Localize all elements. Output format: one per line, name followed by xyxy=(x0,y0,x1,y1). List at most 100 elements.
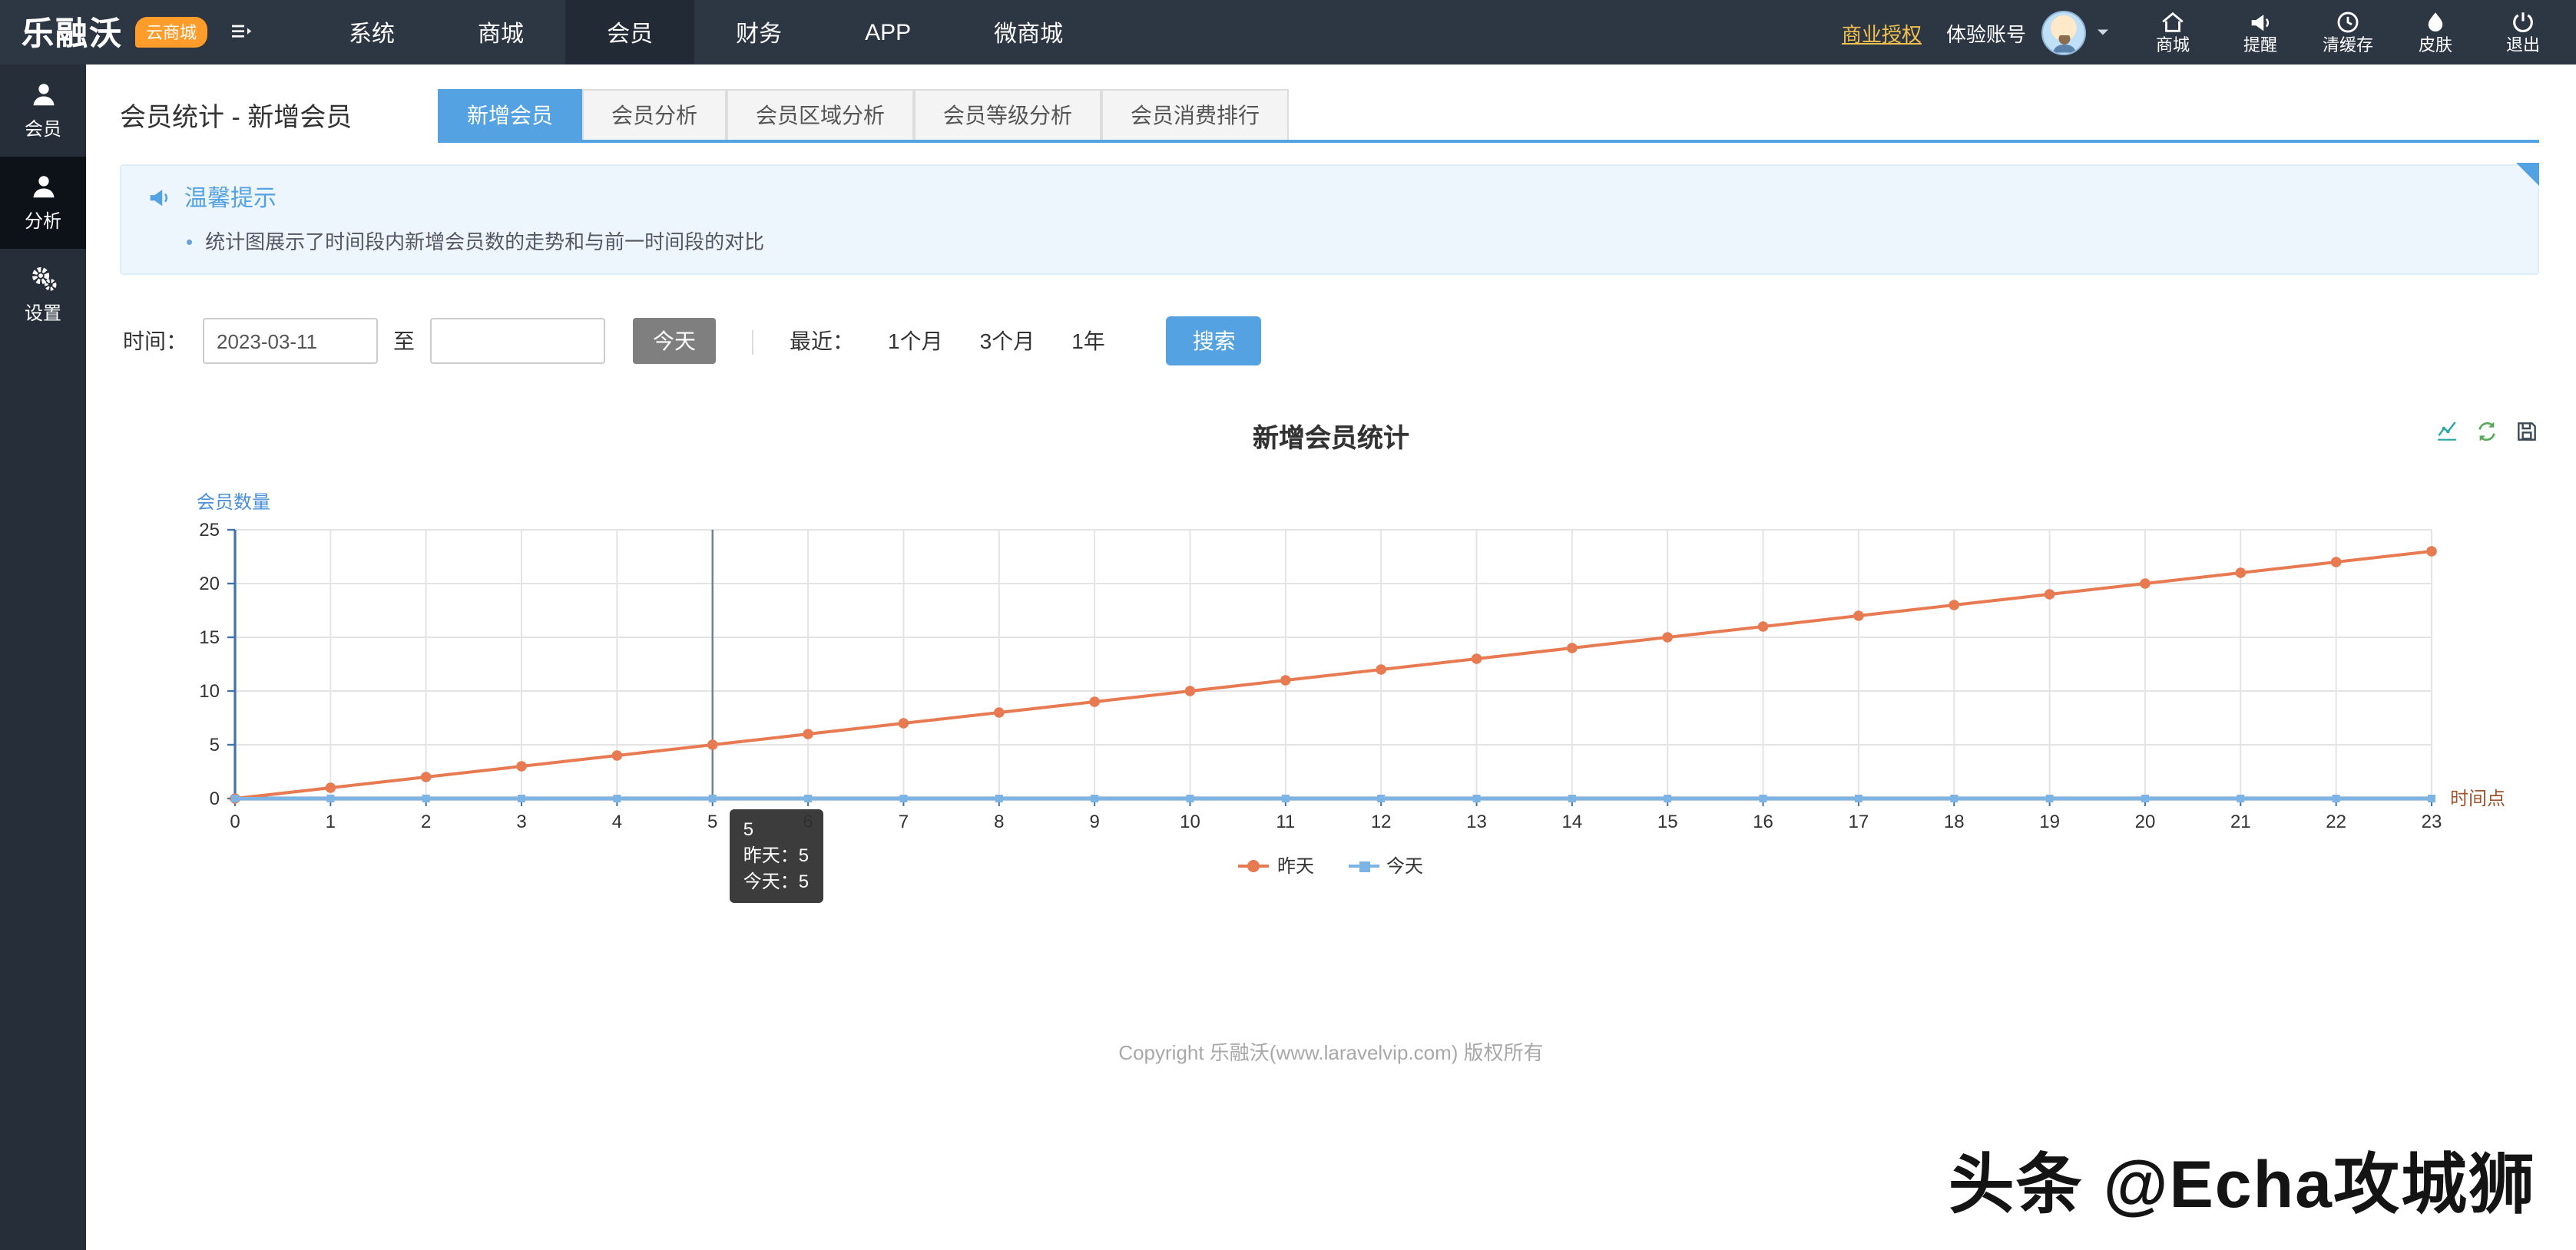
svg-text:5: 5 xyxy=(210,735,220,756)
nav-item-微商城[interactable]: 微商城 xyxy=(952,0,1104,64)
to-label: 至 xyxy=(393,326,415,356)
recent-options: 1个月3个月1年 xyxy=(869,326,1124,356)
svg-text:4: 4 xyxy=(612,812,622,832)
topbar-right: 商业授权 体验账号 商城 提醒 清缓存 皮肤 退出 xyxy=(1842,0,2576,64)
quick-action-提醒[interactable]: 提醒 xyxy=(2217,9,2304,55)
license-link[interactable]: 商业授权 xyxy=(1842,18,1922,47)
nav-item-财务[interactable]: 财务 xyxy=(694,0,823,64)
quick-action-label: 清缓存 xyxy=(2323,38,2373,55)
svg-text:12: 12 xyxy=(1371,812,1392,832)
sidebar-item-分析[interactable]: 分析 xyxy=(0,157,86,249)
svg-text:1: 1 xyxy=(326,812,336,832)
end-date-input[interactable] xyxy=(430,318,605,364)
recent-option-1个月[interactable]: 1个月 xyxy=(869,326,962,356)
legend-label: 昨天 xyxy=(1277,852,1314,878)
sidebar: 会员分析设置 xyxy=(0,64,86,1250)
quick-action-退出[interactable]: 退出 xyxy=(2479,9,2567,55)
chart-canvas[interactable]: 0510152025012345678910111213141516171819… xyxy=(86,404,2576,849)
svg-text:18: 18 xyxy=(1944,812,1965,832)
svg-text:9: 9 xyxy=(1089,812,1099,832)
notice-list: 统计图展示了时间段内新增会员数的走势和与前一时间段的对比 xyxy=(186,226,2513,255)
svg-text:7: 7 xyxy=(899,812,909,832)
tab-新增会员[interactable]: 新增会员 xyxy=(438,89,582,140)
tab-会员区域分析[interactable]: 会员区域分析 xyxy=(727,89,914,140)
svg-text:10: 10 xyxy=(1180,812,1200,832)
sidebar-item-label: 分析 xyxy=(25,207,61,233)
copyright: Copyright 乐融沃(www.laravelvip.com) 版权所有 xyxy=(86,1037,2576,1066)
chart-tooltip: 5昨天：5今天：5 xyxy=(730,809,823,903)
svg-text:5: 5 xyxy=(707,812,717,832)
quick-action-label: 皮肤 xyxy=(2419,38,2452,55)
clock-icon xyxy=(2335,9,2361,35)
page-title: 会员统计 - 新增会员 xyxy=(120,95,438,134)
top-nav: 系统商城会员财务APP微商城 xyxy=(307,0,1104,64)
tab-会员等级分析[interactable]: 会员等级分析 xyxy=(914,89,1101,140)
power-icon xyxy=(2510,9,2536,35)
nav-item-APP[interactable]: APP xyxy=(823,0,952,64)
svg-text:0: 0 xyxy=(210,789,220,809)
svg-text:15: 15 xyxy=(1657,812,1678,832)
filter-bar: 时间： 至 今天 ｜ 最近： 1个月3个月1年 搜索 xyxy=(123,303,2539,379)
sidebar-item-设置[interactable]: 设置 xyxy=(0,249,86,341)
notice-title: 温馨提示 xyxy=(184,181,276,213)
time-label: 时间： xyxy=(123,326,187,356)
recent-option-3个月[interactable]: 3个月 xyxy=(962,326,1054,356)
megaphone-icon xyxy=(146,184,172,210)
search-button[interactable]: 搜索 xyxy=(1167,316,1262,365)
quick-action-商城[interactable]: 商城 xyxy=(2129,9,2217,55)
tooltip-line: 5 xyxy=(743,817,809,843)
nav-item-会员[interactable]: 会员 xyxy=(565,0,694,64)
notice-box: 温馨提示 统计图展示了时间段内新增会员数的走势和与前一时间段的对比 xyxy=(120,164,2539,275)
page-head: 会员统计 - 新增会员 新增会员会员分析会员区域分析会员等级分析会员消费排行 xyxy=(86,64,2576,143)
account-name[interactable]: 体验账号 xyxy=(1946,18,2026,47)
svg-text:3: 3 xyxy=(516,812,526,832)
svg-text:25: 25 xyxy=(199,520,220,541)
topbar: 乐融沃 云商城 系统商城会员财务APP微商城 商业授权 体验账号 商城提醒清缓存… xyxy=(0,0,2576,64)
legend-item-今天[interactable]: 今天 xyxy=(1348,852,1423,878)
home-icon xyxy=(2160,9,2186,35)
svg-text:2: 2 xyxy=(421,812,431,832)
legend-item-昨天[interactable]: 昨天 xyxy=(1239,852,1314,878)
svg-text:10: 10 xyxy=(199,681,220,702)
nav-item-商城[interactable]: 商城 xyxy=(436,0,565,64)
notice-collapse-corner[interactable] xyxy=(2516,163,2539,186)
recent-option-1年[interactable]: 1年 xyxy=(1053,326,1124,356)
avatar[interactable] xyxy=(2041,10,2086,55)
quick-action-label: 退出 xyxy=(2506,38,2540,55)
hamburger-icon[interactable] xyxy=(220,20,263,45)
svg-text:20: 20 xyxy=(2135,812,2156,832)
quick-action-清缓存[interactable]: 清缓存 xyxy=(2304,9,2392,55)
analysis-icon xyxy=(28,172,58,201)
tab-会员消费排行[interactable]: 会员消费排行 xyxy=(1101,89,1289,140)
caret-down-icon[interactable] xyxy=(2092,21,2114,43)
cloud-mall-badge: 云商城 xyxy=(135,17,207,48)
legend-marker xyxy=(1348,859,1379,871)
recent-label: 最近： xyxy=(790,326,854,356)
sidebar-item-会员[interactable]: 会员 xyxy=(0,64,86,157)
svg-text:11: 11 xyxy=(1276,812,1295,832)
svg-text:22: 22 xyxy=(2326,812,2346,832)
svg-text:8: 8 xyxy=(994,812,1004,832)
svg-text:19: 19 xyxy=(2039,812,2060,832)
quick-action-皮肤[interactable]: 皮肤 xyxy=(2392,9,2479,55)
svg-text:17: 17 xyxy=(1849,812,1869,832)
svg-text:13: 13 xyxy=(1466,812,1487,832)
quick-action-label: 提醒 xyxy=(2243,38,2277,55)
app-window: 乐融沃 云商城 系统商城会员财务APP微商城 商业授权 体验账号 商城提醒清缓存… xyxy=(0,0,2576,1250)
svg-text:15: 15 xyxy=(199,627,220,648)
brand: 乐融沃 云商城 xyxy=(0,0,307,64)
quick-actions: 商城 提醒 清缓存 皮肤 退出 xyxy=(2129,9,2567,55)
new-members-chart[interactable]: 新增会员统计 051015202501234567891011121314151… xyxy=(86,404,2576,895)
today-button[interactable]: 今天 xyxy=(633,318,716,364)
tooltip-line: 昨天：5 xyxy=(743,843,809,869)
tab-会员分析[interactable]: 会员分析 xyxy=(582,89,727,140)
sidebar-item-label: 设置 xyxy=(25,299,61,326)
sidebar-item-label: 会员 xyxy=(25,115,61,141)
quick-action-label: 商城 xyxy=(2156,38,2190,55)
chart-legend: 昨天 今天 xyxy=(86,852,2576,878)
horn-icon xyxy=(2247,9,2273,35)
start-date-input[interactable] xyxy=(203,318,378,364)
nav-item-系统[interactable]: 系统 xyxy=(307,0,436,64)
svg-text:14: 14 xyxy=(1562,812,1583,832)
filter-divider: ｜ xyxy=(740,322,765,359)
